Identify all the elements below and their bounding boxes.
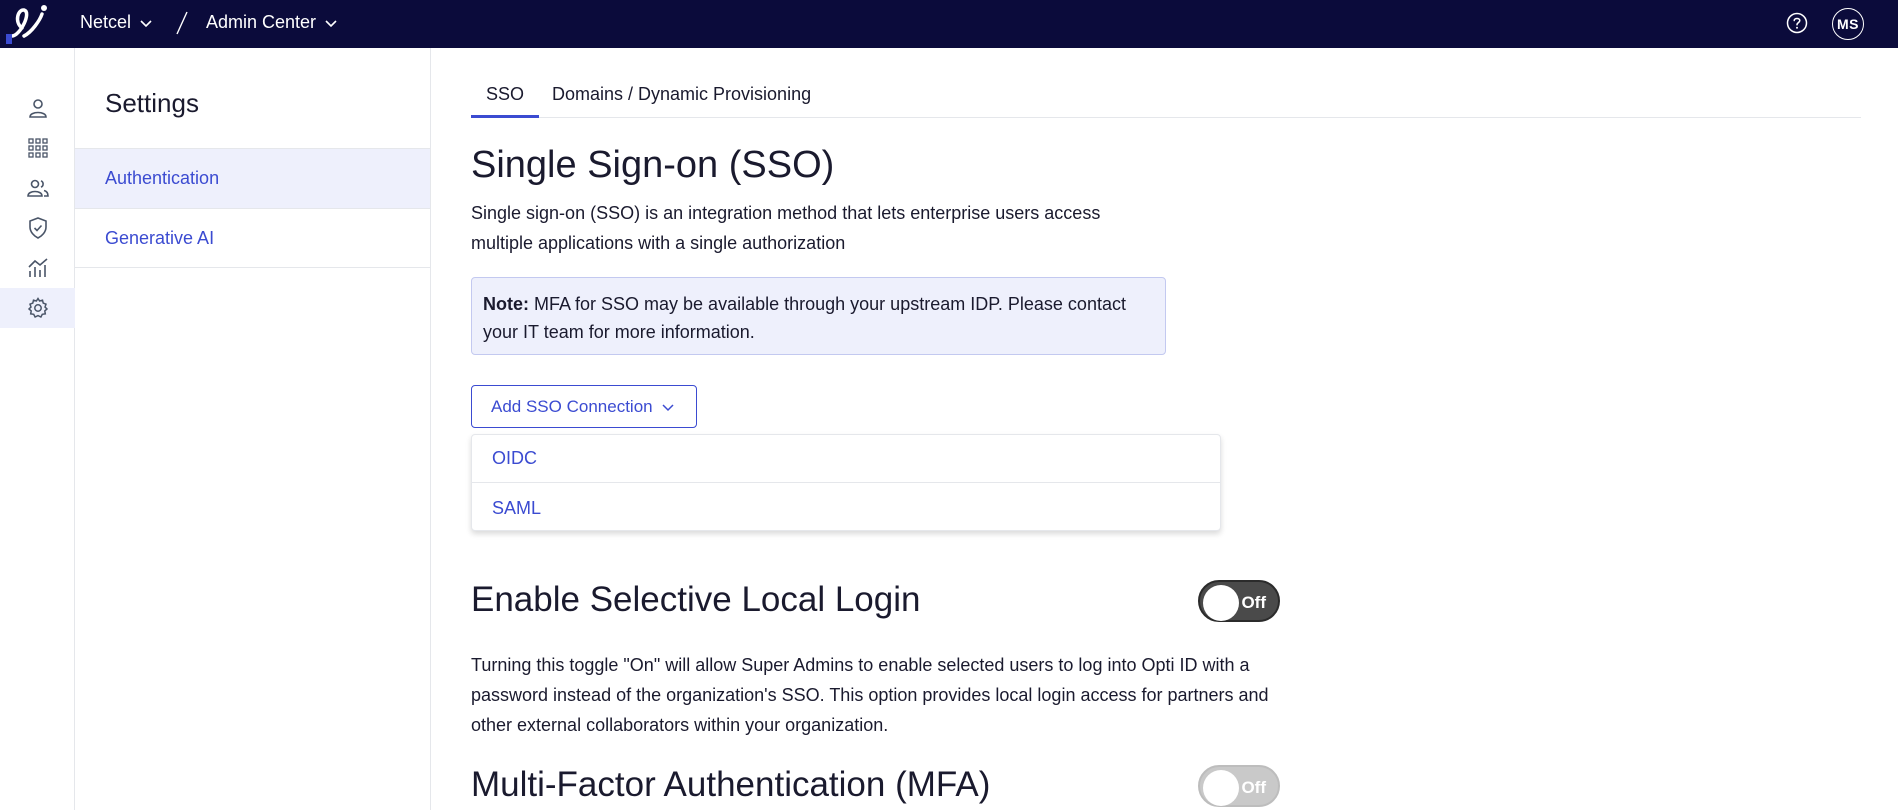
mfa-note: Note: MFA for SSO may be available throu… [471, 277, 1166, 355]
dropdown-option-saml[interactable]: SAML [472, 484, 1220, 532]
settings-title: Settings [105, 88, 199, 118]
toggle-knob [1203, 585, 1239, 621]
breadcrumb-separator-icon [176, 11, 188, 35]
help-icon[interactable] [1786, 12, 1808, 34]
analytics-icon [27, 258, 48, 277]
org-name: Netcel [80, 12, 132, 32]
tab-sso[interactable]: SSO [471, 84, 540, 118]
selective-local-login-description: Turning this toggle "On" will allow Supe… [471, 655, 1269, 735]
settings-item-generative-ai[interactable]: Generative AI [75, 208, 430, 268]
tab-bar: SSO Domains / Dynamic Provisioning [471, 80, 1861, 118]
note-label: Note: [483, 294, 529, 314]
rail-item-apps[interactable] [0, 128, 75, 168]
dropdown-option-oidc[interactable]: OIDC [472, 435, 1220, 483]
optimizely-logo-icon[interactable] [6, 2, 50, 46]
rail-item-analytics[interactable] [0, 248, 75, 288]
tab-domains-dynamic-provisioning[interactable]: Domains / Dynamic Provisioning [552, 84, 811, 115]
sso-title: Single Sign-on (SSO) [471, 144, 835, 186]
apps-grid-icon [27, 138, 48, 158]
app-name: Admin Center [206, 12, 317, 32]
sso-description: Single sign-on (SSO) is an integration m… [471, 203, 1101, 253]
toggle-state-label: Off [1241, 778, 1266, 797]
app-switcher[interactable]: Admin Center [206, 12, 338, 33]
user-avatar[interactable]: MS [1832, 8, 1864, 40]
add-sso-connection-button[interactable]: Add SSO Connection [471, 385, 697, 428]
sso-connection-dropdown-menu: OIDC SAML [471, 434, 1221, 531]
toggle-knob [1203, 770, 1239, 806]
note-text: MFA for SSO may be available through you… [483, 294, 1126, 342]
mfa-title: Multi-Factor Authentication (MFA) [471, 765, 991, 804]
icon-rail [0, 48, 75, 810]
settings-gear-icon [27, 297, 48, 318]
top-navigation-bar: Netcel Admin Center MS [0, 0, 1898, 48]
mfa-toggle[interactable]: Off [1198, 765, 1280, 807]
settings-sidebar: Settings Authentication Generative AI [75, 48, 431, 810]
rail-item-security[interactable] [0, 208, 75, 248]
chevron-down-icon [325, 19, 337, 27]
selective-local-login-toggle[interactable]: Off [1198, 580, 1280, 622]
rail-item-settings[interactable] [0, 288, 75, 328]
toggle-state-label: Off [1241, 593, 1266, 612]
chevron-down-icon [140, 19, 152, 27]
chevron-down-icon [662, 403, 674, 411]
org-switcher[interactable]: Netcel [80, 12, 153, 33]
add-sso-connection-label: Add SSO Connection [491, 396, 653, 416]
rail-item-users-profile[interactable] [0, 88, 75, 128]
shield-icon [28, 217, 47, 239]
selective-local-login-title: Enable Selective Local Login [471, 580, 921, 619]
settings-item-authentication[interactable]: Authentication [75, 148, 430, 208]
user-icon [28, 99, 47, 118]
users-icon [26, 179, 49, 197]
rail-item-user-management[interactable] [0, 168, 75, 208]
